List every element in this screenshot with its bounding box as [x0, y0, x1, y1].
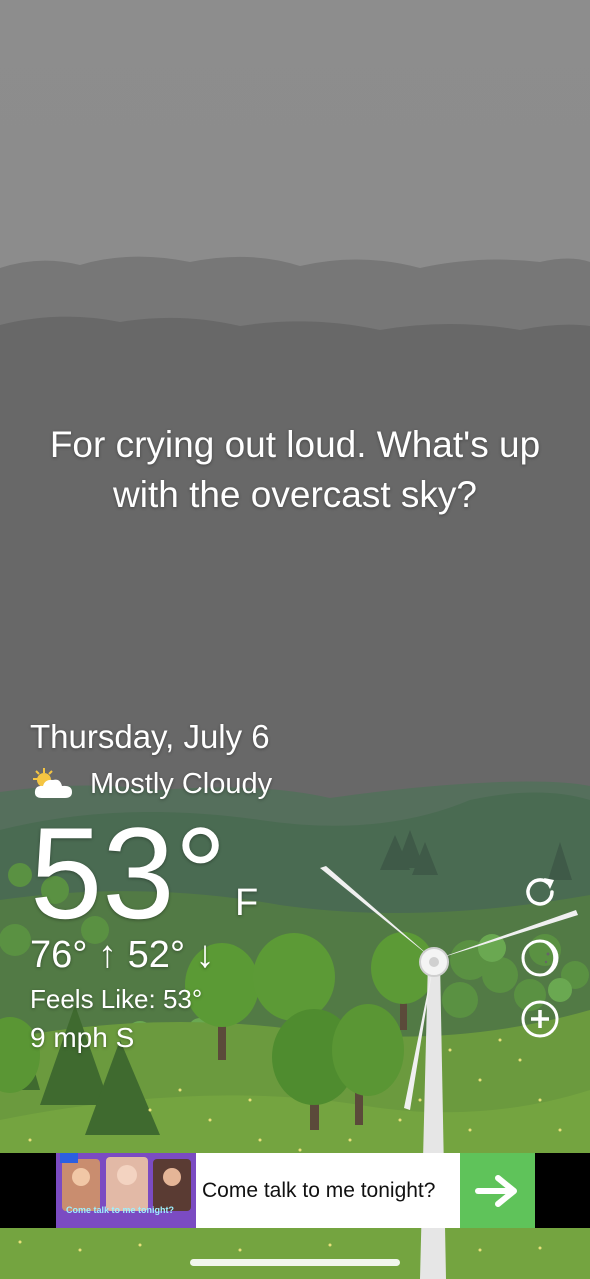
- refresh-icon[interactable]: [518, 870, 562, 914]
- condition-text: Mostly Cloudy: [90, 767, 273, 800]
- wind-speed: 9 mph S: [30, 1022, 135, 1053]
- home-indicator[interactable]: [190, 1259, 400, 1266]
- high-low-temperature: 76° ↑ 52° ↓: [30, 934, 215, 976]
- temperature-unit: F: [235, 882, 259, 924]
- ad-photo-collage: [56, 1153, 196, 1228]
- weather-scene-background: [0, 0, 590, 1279]
- partly-cloudy-icon: [33, 768, 72, 798]
- add-location-icon[interactable]: [518, 997, 562, 1041]
- feels-like: Feels Like: 53°: [30, 984, 203, 1014]
- ad-text: Come talk to me tonight?: [202, 1178, 436, 1202]
- ad-image: Come talk to me tonight?: [56, 1153, 196, 1228]
- moon-icon[interactable]: [518, 936, 562, 980]
- forecast-date: Thursday, July 6: [30, 718, 270, 755]
- arrow-right-icon: [474, 1174, 517, 1207]
- ad-image-caption: Come talk to me tonight?: [66, 1205, 174, 1215]
- weather-message: For crying out loud. What's up with the …: [49, 424, 541, 515]
- ad-cta-button[interactable]: [460, 1153, 535, 1228]
- ad-banner[interactable]: Come talk to me tonight? Come talk to me…: [56, 1153, 535, 1228]
- current-temperature: 53°: [30, 800, 227, 946]
